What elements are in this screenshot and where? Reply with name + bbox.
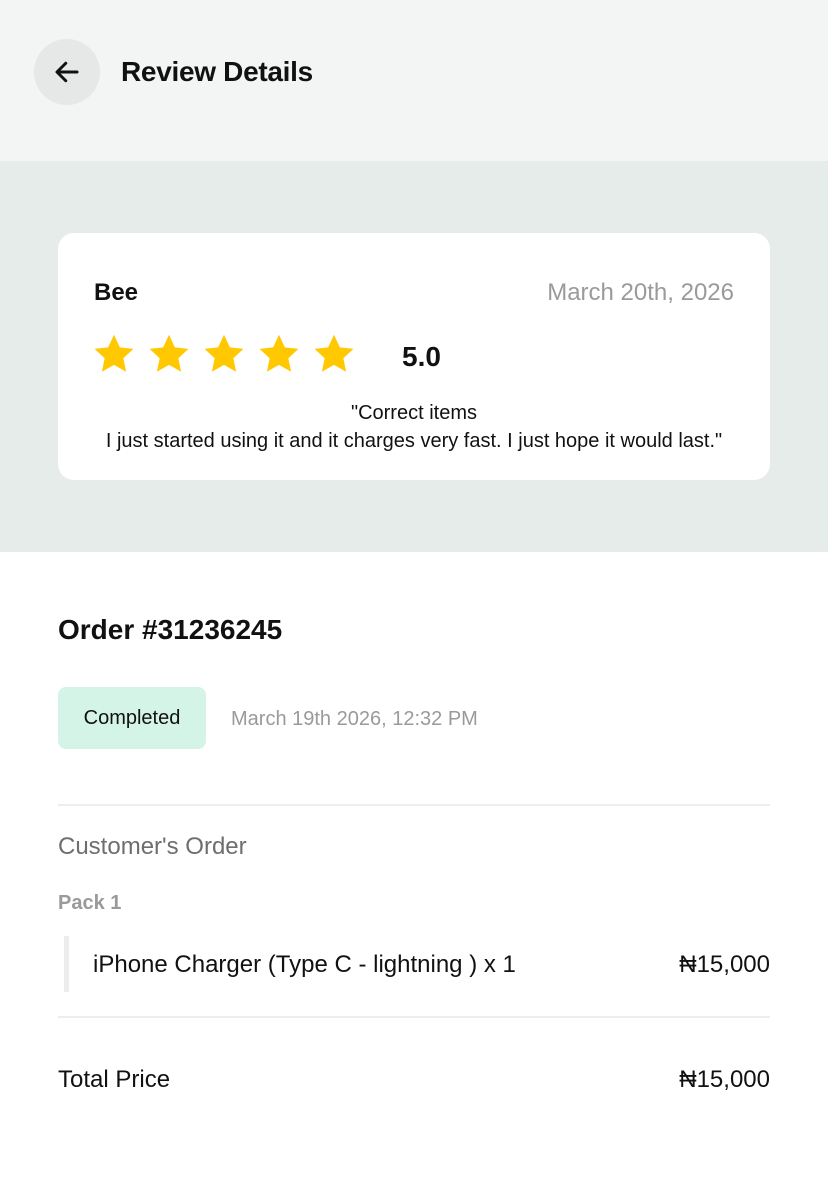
arrow-left-icon	[55, 61, 79, 83]
customer-order-heading: Customer's Order	[58, 833, 247, 860]
star-icon	[314, 334, 354, 372]
item-price: ₦15,000	[679, 951, 770, 978]
divider	[58, 1016, 770, 1018]
order-item: iPhone Charger (Type C - lightning ) x 1…	[64, 936, 770, 992]
reviewer-name: Bee	[94, 279, 139, 306]
rating-value: 5.0	[402, 341, 441, 372]
star-icon	[94, 334, 134, 372]
total-price-label: Total Price	[58, 1066, 171, 1093]
review-section: Bee March 20th, 2026 5.0 "Correct items …	[0, 161, 828, 552]
item-name: iPhone Charger (Type C - lightning ) x 1	[93, 951, 516, 978]
star-icon	[149, 334, 189, 372]
page-title: Review Details	[121, 56, 313, 87]
app-header: Review Details	[0, 0, 828, 161]
review-date: March 20th, 2026	[547, 279, 734, 306]
review-text: "Correct items I just started using it a…	[105, 402, 723, 452]
order-number: Order #31236245	[58, 614, 283, 645]
order-section: Order #31236245 Completed March 19th 202…	[0, 552, 828, 1200]
back-button[interactable]	[34, 39, 100, 105]
status-badge: Completed	[58, 687, 206, 749]
star-icon	[204, 334, 244, 372]
review-card: Bee March 20th, 2026 5.0 "Correct items …	[58, 233, 770, 480]
star-icon	[259, 334, 299, 372]
pack-label: Pack 1	[58, 892, 122, 914]
order-timestamp: March 19th 2026, 12:32 PM	[231, 708, 478, 730]
divider	[58, 804, 770, 806]
star-rating	[92, 332, 356, 376]
total-price-value: ₦15,000	[679, 1066, 770, 1093]
